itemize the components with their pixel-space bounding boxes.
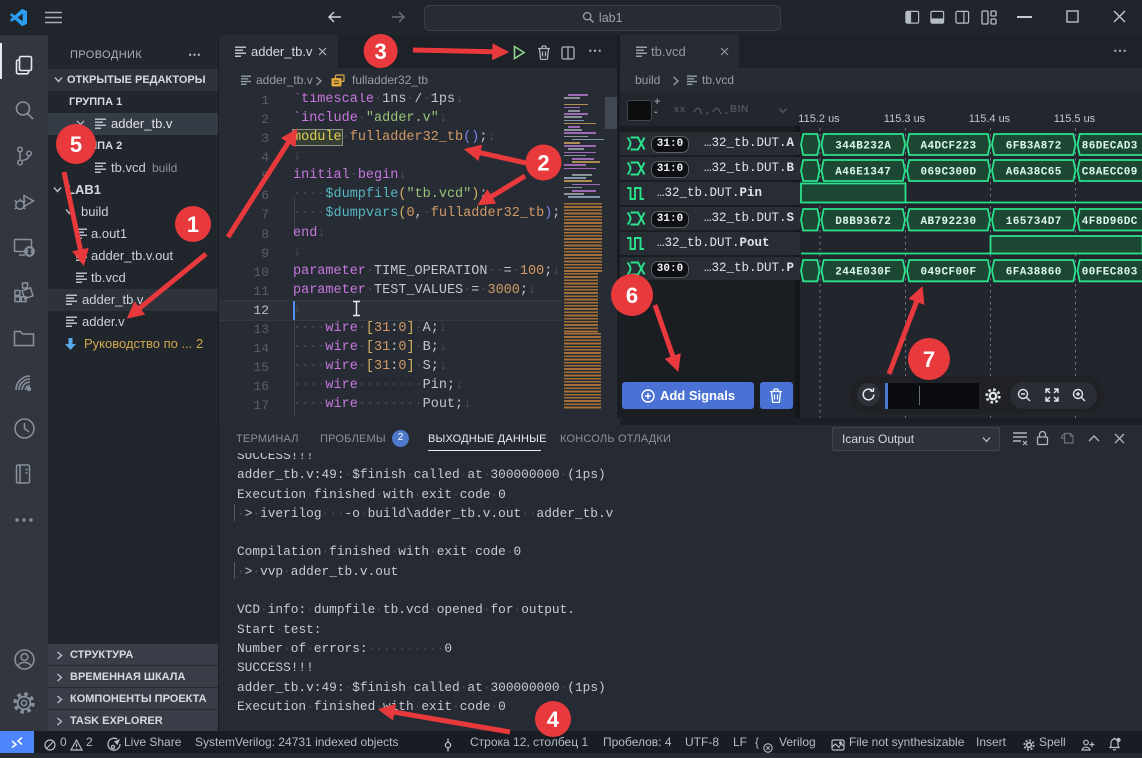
svg-text:344B232A: 344B232A xyxy=(835,141,891,153)
svg-text:00FEC803: 00FEC803 xyxy=(1082,267,1138,279)
svg-text:86DECAD3: 86DECAD3 xyxy=(1082,141,1138,153)
svg-text:AB792230: AB792230 xyxy=(920,216,976,228)
svg-text:6FB3A872: 6FB3A872 xyxy=(1006,141,1062,153)
svg-text:069C300D: 069C300D xyxy=(920,167,976,179)
svg-text:A4DCF223: A4DCF223 xyxy=(920,141,976,153)
svg-text:4F8D96DC: 4F8D96DC xyxy=(1082,216,1138,228)
svg-text:A46E1347: A46E1347 xyxy=(835,167,891,179)
svg-text:C8AECC09: C8AECC09 xyxy=(1082,167,1138,179)
svg-text:165734D7: 165734D7 xyxy=(1006,216,1062,228)
svg-text:A6A38C65: A6A38C65 xyxy=(1006,167,1062,179)
svg-text:049CF00F: 049CF00F xyxy=(920,267,976,279)
svg-text:6FA38860: 6FA38860 xyxy=(1006,267,1062,279)
svg-text:244E030F: 244E030F xyxy=(835,267,891,279)
svg-text:D8B93672: D8B93672 xyxy=(835,216,891,228)
